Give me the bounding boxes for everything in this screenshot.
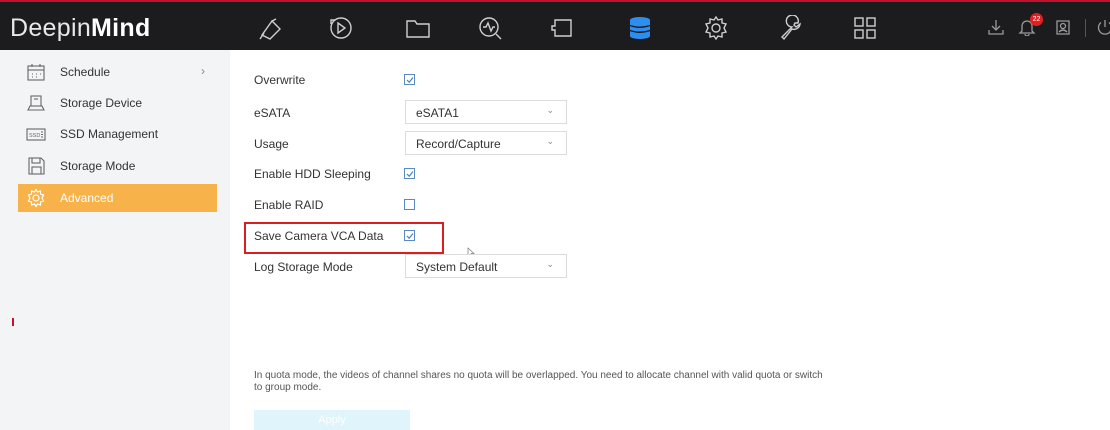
account-icon[interactable]: [1054, 18, 1072, 36]
highlight-box: [244, 222, 444, 254]
maintenance-icon[interactable]: [778, 15, 804, 41]
chevron-right-icon: ›: [201, 64, 205, 78]
download-icon[interactable]: [987, 18, 1005, 36]
log-storage-select[interactable]: System Default ⌄: [405, 254, 567, 278]
calendar-icon: [26, 62, 46, 82]
hdd-sleeping-label: Enable HDD Sleeping: [254, 167, 371, 181]
sidebar-item-ssd-management[interactable]: SSD SSD Management: [18, 120, 217, 148]
log-storage-label: Log Storage Mode: [254, 260, 353, 274]
quota-mode-info: In quota mode, the videos of channel sha…: [254, 370, 823, 393]
sidebar-item-label: Schedule: [60, 65, 111, 79]
ssd-icon: SSD: [26, 124, 46, 144]
live-view-icon[interactable]: [258, 15, 284, 41]
top-navigation-bar: DeepinMind 22: [0, 0, 1110, 50]
sidebar-item-label: Storage Device: [60, 96, 143, 110]
overwrite-checkbox[interactable]: [404, 74, 415, 85]
sidebar-item-label: SSD Management: [60, 127, 159, 141]
esata-select[interactable]: eSATA1 ⌄: [405, 100, 567, 124]
brand-logo: DeepinMind: [10, 14, 151, 42]
toolbar-divider: [1085, 19, 1086, 37]
system-icon[interactable]: [703, 15, 729, 41]
save-icon: [26, 156, 46, 176]
power-icon[interactable]: [1096, 18, 1110, 36]
storage-icon[interactable]: [627, 15, 653, 41]
log-storage-value: System Default: [416, 260, 498, 274]
chevron-down-icon: ⌄: [546, 105, 554, 115]
apps-grid-icon[interactable]: [852, 15, 878, 41]
sidebar-item-storage-mode[interactable]: Storage Mode: [18, 152, 217, 180]
svg-text:SSD: SSD: [29, 133, 40, 139]
chevron-down-icon: ⌄: [546, 259, 554, 269]
sidebar-item-advanced[interactable]: Advanced: [18, 184, 217, 212]
smart-analysis-icon[interactable]: [477, 15, 503, 41]
usage-value: Record/Capture: [416, 137, 501, 151]
gear-icon: [26, 188, 46, 208]
overwrite-label: Overwrite: [254, 73, 306, 87]
file-management-icon[interactable]: [405, 15, 431, 41]
hdd-icon: [26, 93, 46, 113]
configuration-icon[interactable]: [549, 15, 575, 41]
sidebar-item-schedule[interactable]: Schedule ›: [18, 58, 217, 86]
usage-select[interactable]: Record/Capture ⌄: [405, 131, 567, 155]
playback-icon[interactable]: [328, 15, 354, 41]
esata-label: eSATA: [254, 106, 291, 120]
usage-label: Usage: [254, 137, 289, 151]
notification-badge: 22: [1030, 13, 1043, 26]
esata-value: eSATA1: [416, 106, 459, 120]
sidebar-item-label: Advanced: [60, 191, 114, 205]
raid-label: Enable RAID: [254, 198, 324, 212]
sidebar-item-label: Storage Mode: [60, 159, 136, 173]
edge-marker: [12, 318, 14, 326]
sidebar-item-storage-device[interactable]: Storage Device: [18, 89, 217, 117]
apply-button[interactable]: Apply: [254, 410, 410, 430]
chevron-down-icon: ⌄: [546, 136, 554, 146]
hdd-sleeping-checkbox[interactable]: [404, 168, 415, 179]
raid-checkbox[interactable]: [404, 199, 415, 210]
